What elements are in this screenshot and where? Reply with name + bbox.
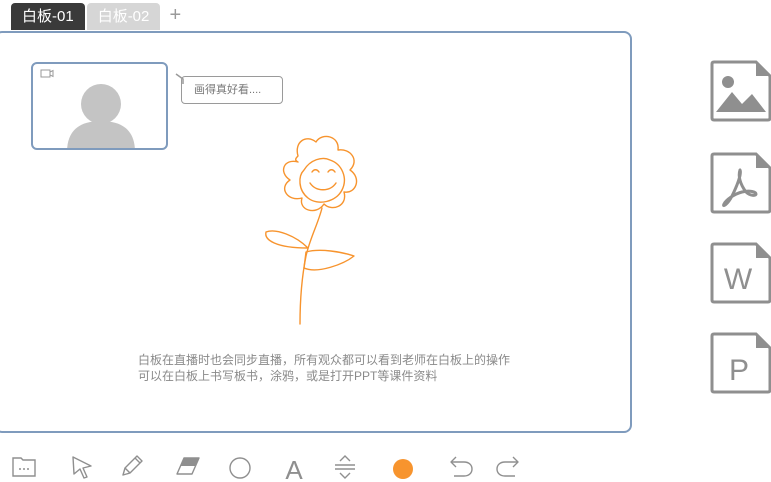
ppt-file-icon[interactable]: P bbox=[710, 332, 771, 394]
image-file-icon[interactable] bbox=[710, 60, 771, 122]
pencil-icon[interactable] bbox=[120, 454, 144, 478]
folder-icon[interactable] bbox=[11, 454, 37, 478]
undo-icon[interactable] bbox=[448, 454, 474, 478]
add-tab-button[interactable]: + bbox=[162, 3, 188, 30]
caption-line-2: 可以在白板上书写板书，涂鸦，或是打开PPT等课件资料 bbox=[138, 369, 438, 383]
text-tool-icon[interactable]: A bbox=[281, 454, 307, 482]
ppt-letter: P bbox=[729, 354, 749, 387]
redo-icon[interactable] bbox=[495, 454, 521, 478]
circle-shape-icon[interactable] bbox=[227, 454, 253, 480]
camera-icon bbox=[40, 69, 54, 78]
current-color-swatch bbox=[393, 459, 413, 479]
chat-bubble: 画得真好看.... bbox=[181, 76, 283, 104]
tab-bar: 白板-01 白板-02 + bbox=[11, 2, 188, 30]
tab-whiteboard-02[interactable]: 白板-02 bbox=[86, 3, 161, 30]
board-caption: 白板在直播时也会同步直播，所有观众都可以看到老师在白板上的操作 可以在白板上书写… bbox=[138, 352, 510, 384]
select-cursor-icon[interactable] bbox=[70, 454, 94, 480]
board-edge-gap bbox=[0, 238, 4, 250]
board-edge-gap bbox=[0, 284, 4, 296]
pdf-file-icon[interactable] bbox=[710, 152, 771, 214]
caption-line-1: 白板在直播时也会同步直播，所有观众都可以看到老师在白板上的操作 bbox=[138, 353, 511, 367]
line-spacing-icon[interactable] bbox=[333, 454, 357, 480]
text-tool-letter: A bbox=[285, 455, 303, 482]
word-letter: W bbox=[724, 263, 753, 296]
avatar bbox=[40, 69, 135, 148]
board-edge-gap bbox=[0, 152, 4, 164]
flower-drawing bbox=[265, 135, 358, 325]
tab-whiteboard-01[interactable]: 白板-01 bbox=[11, 3, 85, 30]
color-picker-icon[interactable] bbox=[390, 454, 416, 480]
camera-preview[interactable] bbox=[31, 62, 168, 150]
eraser-icon[interactable] bbox=[175, 454, 201, 478]
word-file-icon[interactable]: W bbox=[710, 242, 771, 304]
